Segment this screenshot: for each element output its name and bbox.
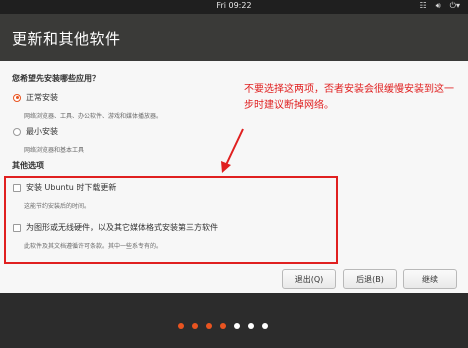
volume-icon[interactable]: 🔊︎ <box>436 1 441 11</box>
page-title: 更新和其他软件 <box>12 30 121 48</box>
installer-content: 您希望先安装哪些应用？ 正常安装 网络浏览器、工具、办公软件、游戏和媒体播放器。… <box>0 61 468 293</box>
quit-button[interactable]: 退出(Q) <box>282 269 336 289</box>
step-progress-dots <box>178 323 268 329</box>
annotation-arrow <box>221 128 244 173</box>
clock[interactable]: Fri 09:22 <box>0 1 468 10</box>
back-button[interactable]: 后退(B) <box>343 269 397 289</box>
step-dot <box>248 323 254 329</box>
step-dot <box>178 323 184 329</box>
step-dot <box>234 323 240 329</box>
continue-button[interactable]: 继续 <box>403 269 457 289</box>
installer-header: 更新和其他软件 <box>0 14 468 61</box>
top-panel: Fri 09:22 ☷ 🔊︎ ⏻▾ <box>0 0 468 14</box>
step-dot <box>220 323 226 329</box>
power-icon[interactable]: ⏻▾ <box>450 1 460 11</box>
progress-bar-area <box>0 293 468 348</box>
step-dot <box>192 323 198 329</box>
system-tray[interactable]: ☷ 🔊︎ ⏻▾ <box>419 1 460 11</box>
step-dot <box>262 323 268 329</box>
step-dot <box>206 323 212 329</box>
network-icon[interactable]: ☷ <box>419 1 426 11</box>
